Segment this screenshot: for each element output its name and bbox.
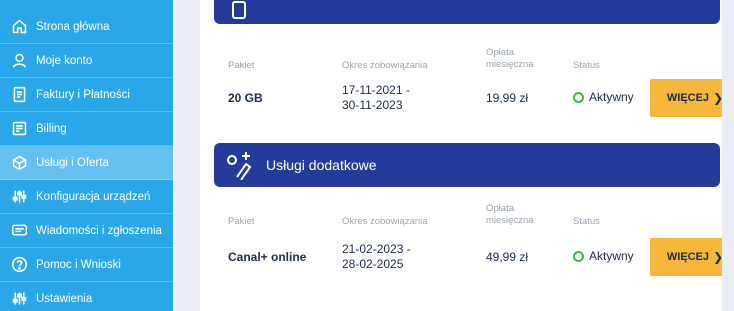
sidebar-item-label: Wiadomości i zgłoszenia bbox=[36, 224, 162, 237]
packages-banner bbox=[214, 0, 720, 24]
col-header-period: Okres zobowiązania bbox=[342, 216, 428, 227]
status-badge: Aktywny bbox=[573, 249, 634, 263]
package-fee: 19,99 zł bbox=[486, 91, 529, 105]
more-button-label: WIĘCEJ bbox=[666, 251, 710, 263]
sidebar-item-home[interactable]: Strona główna bbox=[0, 10, 173, 44]
message-icon bbox=[8, 220, 30, 242]
help-icon bbox=[8, 254, 30, 276]
service-name: Canal+ online bbox=[228, 250, 307, 264]
col-header-fee-line2: miesięczna bbox=[486, 59, 534, 70]
status-active-icon bbox=[573, 91, 584, 103]
col-header-period: Okres zobowiązania bbox=[342, 60, 428, 71]
chevron-right-icon: ❯ bbox=[713, 250, 722, 264]
invoice-icon bbox=[8, 84, 30, 106]
package-period-start: 17-11-2021 - bbox=[342, 83, 410, 97]
status-label: Aktywny bbox=[589, 90, 634, 104]
more-button-label: WIĘCEJ bbox=[666, 92, 710, 104]
sidebar-item-label: Usługi i Oferta bbox=[36, 156, 109, 169]
col-header-status: Status bbox=[573, 216, 600, 227]
more-button[interactable]: WIĘCEJ ❯ bbox=[650, 238, 722, 276]
sidebar-item-billing[interactable]: Billing bbox=[0, 112, 173, 146]
sidebar: Strona główna Moje konto Faktury i Płatn… bbox=[0, 0, 173, 311]
device-icon bbox=[232, 1, 246, 19]
sidebar-item-label: Faktury i Płatności bbox=[36, 88, 130, 101]
sidebar-item-account[interactable]: Moje konto bbox=[0, 44, 173, 78]
right-rail bbox=[722, 0, 734, 311]
package-period-end: 30-11-2023 bbox=[342, 98, 403, 112]
billing-icon bbox=[8, 118, 30, 140]
sidebar-item-label: Billing bbox=[36, 122, 67, 135]
status-label: Aktywny bbox=[589, 249, 634, 263]
main-content: Pakiet Okres zobowiązania Opłata miesięc… bbox=[200, 0, 722, 311]
service-period-end: 28-02-2025 bbox=[342, 257, 404, 271]
col-header-status: Status bbox=[573, 60, 600, 71]
col-header-fee-line1: Opłata bbox=[486, 47, 514, 58]
sidebar-item-label: Strona główna bbox=[36, 20, 110, 33]
additional-services-title: Usługi dodatkowe bbox=[266, 157, 377, 173]
status-badge: Aktywny bbox=[573, 90, 634, 104]
sidebar-item-invoices[interactable]: Faktury i Płatności bbox=[0, 78, 173, 112]
sidebar-item-label: Konfiguracja urządzeń bbox=[36, 190, 151, 203]
col-header-fee-line2: miesięczna bbox=[486, 215, 534, 226]
sidebar-item-device-config[interactable]: Konfiguracja urządzeń bbox=[0, 180, 173, 214]
col-header-package: Pakiet bbox=[228, 216, 255, 227]
service-period-start: 21-02-2023 - bbox=[342, 242, 411, 256]
col-header-fee-line1: Opłata bbox=[486, 203, 514, 214]
home-icon bbox=[8, 16, 30, 38]
more-button[interactable]: WIĘCEJ ❯ bbox=[650, 79, 722, 117]
additional-services-banner: Usługi dodatkowe bbox=[214, 143, 720, 187]
sidebar-item-label: Moje konto bbox=[36, 54, 93, 67]
add-service-icon bbox=[227, 152, 252, 180]
sidebar-item-label: Ustawienia bbox=[36, 292, 93, 305]
box-icon bbox=[8, 152, 30, 174]
sliders-icon bbox=[8, 186, 30, 208]
col-header-package: Pakiet bbox=[228, 60, 255, 71]
user-icon bbox=[8, 50, 30, 72]
package-name: 20 GB bbox=[228, 91, 263, 105]
content-gutter bbox=[173, 0, 200, 311]
sidebar-item-label: Pomoc i Wnioski bbox=[36, 258, 121, 271]
settings-icon bbox=[8, 288, 30, 310]
chevron-right-icon: ❯ bbox=[713, 91, 722, 105]
sidebar-item-messages[interactable]: Wiadomości i zgłoszenia bbox=[0, 214, 173, 248]
status-active-icon bbox=[573, 250, 584, 262]
sidebar-item-services[interactable]: Usługi i Oferta bbox=[0, 146, 173, 180]
sidebar-item-help[interactable]: Pomoc i Wnioski bbox=[0, 248, 173, 282]
sidebar-item-settings[interactable]: Ustawienia bbox=[0, 282, 173, 311]
service-fee: 49,99 zł bbox=[486, 250, 529, 264]
